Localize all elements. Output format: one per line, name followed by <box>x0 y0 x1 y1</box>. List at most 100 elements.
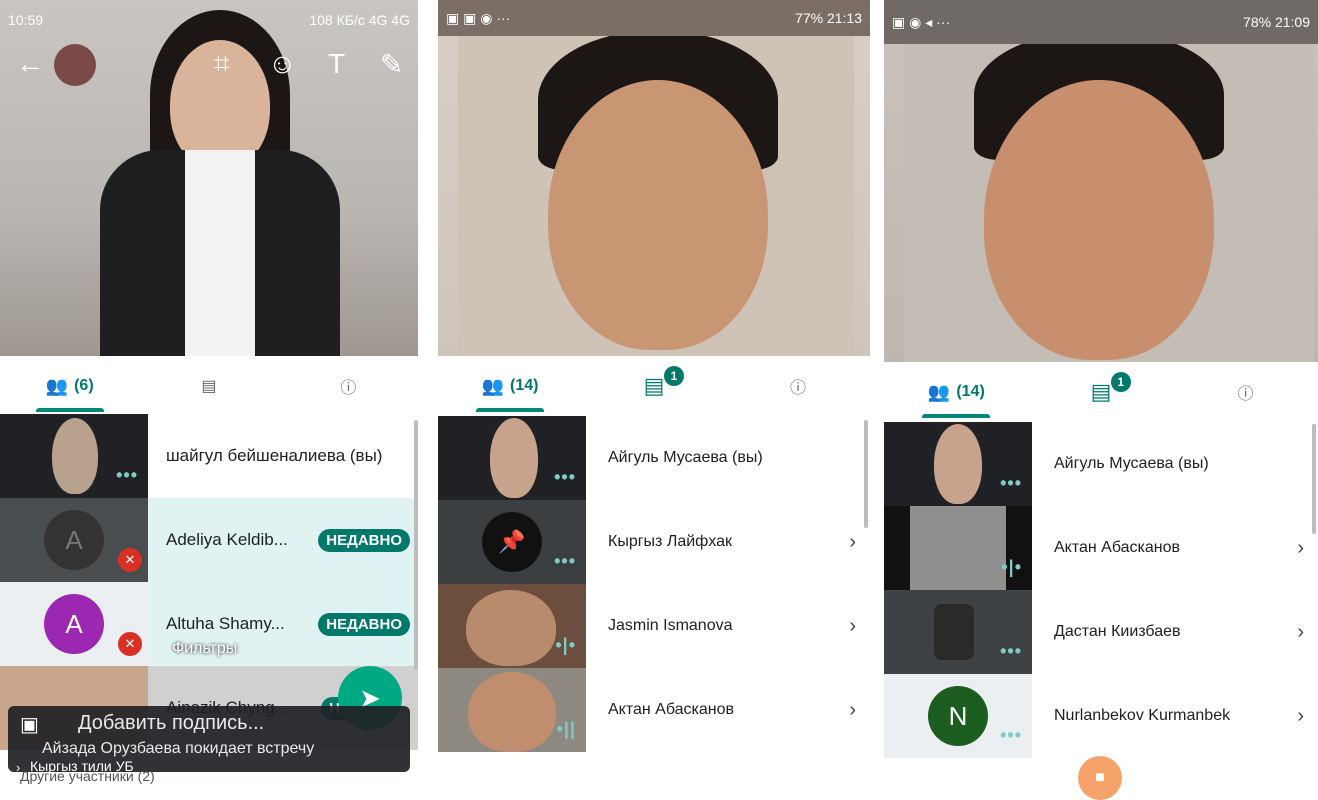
participants-count: (14) <box>956 383 985 400</box>
status-badge: НЕДАВНО <box>318 612 410 636</box>
thumbnail-video <box>910 506 1006 590</box>
tab-info[interactable]: ⓘ <box>279 360 418 412</box>
tab-chat[interactable]: ▤ 1 <box>1029 366 1174 418</box>
chevron-right-icon[interactable]: › <box>1297 705 1304 728</box>
audio-dots-icon: ••• <box>1000 641 1022 661</box>
list-item[interactable]: •|• Jasmin Ismanova › <box>438 584 870 668</box>
participant-thumbnail: •|| <box>438 668 586 752</box>
list-item[interactable]: A ✕ Adeliya Keldib... НЕДАВНО <box>0 498 418 582</box>
screenshot-panel-3: ▣ ◉ ◂ ··· 78% 21:09 👥 (14) ▤ 1 ⓘ ••• Айг… <box>884 0 1318 785</box>
chevron-right-icon[interactable]: › <box>1297 537 1304 560</box>
status-indicators: 108 КБ/с 4G 4G <box>309 12 410 28</box>
emoji-icon[interactable]: ☺ <box>268 48 297 80</box>
participant-thumbnail: ••• <box>438 416 586 500</box>
notification-text: Айзада Орузбаева покидает встречу <box>42 740 315 757</box>
filters-label[interactable]: Фильтры <box>172 640 237 658</box>
list-item[interactable]: ••• Дастан Киизбаев › <box>884 590 1318 674</box>
status-bar: ▣ ▣ ◉ ··· 77% 21:13 <box>438 0 870 36</box>
audio-wave-icon: •|• <box>1001 557 1022 577</box>
list-item[interactable]: N ••• Nurlanbekov Kurmanbek › <box>884 674 1318 758</box>
caption-input[interactable]: Добавить подпись... <box>78 712 264 735</box>
avatar: A <box>44 594 104 654</box>
participant-name: Актан Абасканов <box>1054 539 1181 556</box>
list-item[interactable]: ••• шайгул бейшеналиева (вы) <box>0 414 418 498</box>
people-icon: 👥 <box>927 381 951 402</box>
participant-thumbnail: A ✕ <box>0 498 148 582</box>
tab-info[interactable]: ⓘ <box>726 360 870 412</box>
audio-dots-icon: ••• <box>1000 725 1022 745</box>
status-time: 10:59 <box>8 12 44 28</box>
tab-bar: 👥 (6) ▤ ⓘ <box>0 360 418 412</box>
participants-count: (6) <box>74 377 94 394</box>
tab-bar: 👥 (14) ▤ 1 ⓘ <box>438 360 870 412</box>
list-item[interactable]: ••• Айгуль Мусаева (вы) <box>884 422 1318 506</box>
notification-icons: ▣ ◉ ◂ ··· <box>892 13 951 30</box>
editor-toolbar: ← ⌗ ☺ T ✎ <box>0 40 418 90</box>
scrollbar[interactable] <box>864 420 868 528</box>
participant-name: Adeliya Keldib... <box>166 530 288 549</box>
avatar: N <box>928 686 988 746</box>
people-icon: 👥 <box>481 375 504 396</box>
participant-name: шайгул бейшеналиева (вы) <box>166 446 383 465</box>
chevron-right-icon[interactable]: › <box>1297 621 1304 644</box>
list-item[interactable]: 📌 ••• Кыргыз Лайфхак › <box>438 500 870 584</box>
status-badge: НЕДАВНО <box>318 528 410 552</box>
pin-icon: 📌 <box>482 512 542 572</box>
tab-chat[interactable]: ▤ 1 <box>582 360 726 412</box>
audio-dots-icon: ••• <box>1000 473 1022 493</box>
participant-thumbnail: •|• <box>884 506 1032 590</box>
participant-name: Айгуль Мусаева (вы) <box>1054 455 1209 472</box>
participant-name: Nurlanbekov Kurmanbek <box>1054 707 1231 724</box>
status-bar: 10:59 108 КБ/с 4G 4G <box>0 0 418 40</box>
audio-wave-icon: •|• <box>555 635 576 655</box>
people-icon: 👥 <box>45 375 69 396</box>
back-arrow-icon[interactable]: ← <box>16 48 44 80</box>
screenshot-panel-2: ▣ ▣ ◉ ··· 77% 21:13 👥 (14) ▤ 1 ⓘ ••• Айг… <box>438 0 870 785</box>
info-icon: ⓘ <box>789 380 806 397</box>
other-participants-label: Другие участники (2) <box>20 768 155 784</box>
tab-participants[interactable]: 👥 (6) <box>0 360 139 412</box>
thumbnail-face <box>52 418 98 494</box>
tab-participants[interactable]: 👥 (14) <box>884 366 1029 418</box>
camera-fab[interactable]: ■ <box>1078 756 1122 800</box>
tab-info[interactable]: ⓘ <box>1173 366 1318 418</box>
list-item[interactable]: •|| Актан Абасканов › <box>438 668 870 752</box>
avatar: A <box>44 510 104 570</box>
chevron-right-icon[interactable]: › <box>849 615 856 638</box>
pencil-icon[interactable]: ✎ <box>380 48 403 81</box>
chat-icon: ▤ <box>201 378 217 395</box>
participant-thumbnail: ••• <box>0 414 148 498</box>
audio-dots-icon: ••• <box>116 465 138 485</box>
mic-off-icon: ✕ <box>118 632 142 656</box>
thumbnail-face <box>466 590 556 666</box>
participant-name: Актан Абасканов <box>608 701 735 718</box>
mic-off-icon: ✕ <box>118 548 142 572</box>
list-item[interactable]: ••• Айгуль Мусаева (вы) <box>438 416 870 500</box>
tab-participants[interactable]: 👥 (14) <box>438 360 582 412</box>
participant-face <box>548 80 768 350</box>
status-indicators: 77% 21:13 <box>795 10 862 26</box>
chat-badge: 1 <box>1110 372 1131 392</box>
participant-thumbnail: N ••• <box>884 674 1032 758</box>
participant-thumbnail: ••• <box>884 422 1032 506</box>
tab-chat[interactable]: ▤ <box>139 360 278 412</box>
participant-name: Jasmin Ismanova <box>608 617 733 634</box>
chevron-right-icon[interactable]: › <box>849 699 856 722</box>
scrollbar[interactable] <box>1312 424 1316 534</box>
video-camera-icon: ■ <box>1095 769 1105 786</box>
list-item[interactable]: •|• Актан Абасканов › <box>884 506 1318 590</box>
crop-icon[interactable]: ⌗ <box>214 48 230 81</box>
status-indicators: 78% 21:09 <box>1243 14 1310 30</box>
participant-thumbnail: ••• <box>884 590 1032 674</box>
text-icon[interactable]: T <box>328 48 345 80</box>
participant-name: Кыргыз Лайфхак <box>608 533 733 550</box>
scrollbar[interactable] <box>414 420 418 670</box>
chevron-right-icon[interactable]: › <box>849 531 856 554</box>
participant-thumbnail: •|• <box>438 584 586 668</box>
thumbnail-face <box>490 418 538 498</box>
info-icon: ⓘ <box>1237 386 1254 403</box>
info-icon: ⓘ <box>340 380 357 397</box>
participant-list: ••• Айгуль Мусаева (вы) •|• Актан Абаска… <box>884 422 1318 758</box>
tab-bar: 👥 (14) ▤ 1 ⓘ <box>884 366 1318 418</box>
add-image-icon[interactable]: ▣ <box>20 712 39 737</box>
